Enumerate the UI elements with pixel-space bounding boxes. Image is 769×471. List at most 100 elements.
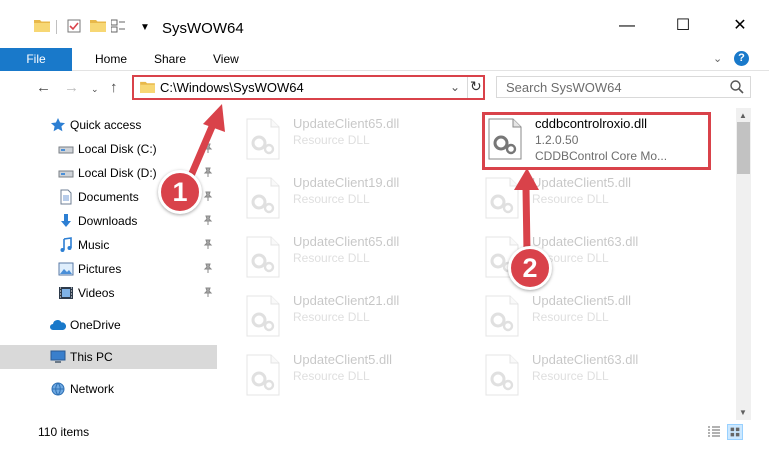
up-button[interactable]: ↑ <box>110 79 118 96</box>
toolbar-separator <box>56 20 57 34</box>
file-name: UpdateClient5.dll <box>532 293 632 308</box>
search-icon[interactable] <box>729 79 745 95</box>
file-description: Resource DLL <box>532 192 609 206</box>
file-description: Resource DLL <box>532 310 609 324</box>
folder-icon <box>140 81 155 93</box>
pin-icon[interactable] <box>203 143 213 153</box>
dll-file-icon <box>246 118 280 160</box>
tab-home[interactable]: Home <box>95 48 127 71</box>
file-description: Resource DLL <box>293 133 370 147</box>
sidebar-item-local-disk-c[interactable]: Local Disk (C:) <box>0 137 217 161</box>
sidebar-item-label: Videos <box>78 286 115 300</box>
refresh-button[interactable]: ↻ <box>470 78 482 95</box>
folder-icon[interactable] <box>34 19 50 32</box>
pin-icon[interactable] <box>203 263 213 273</box>
dll-file-icon <box>246 177 280 219</box>
sidebar-item-videos[interactable]: Videos <box>0 281 217 305</box>
navigation-bar: ← → ⌄ ↑ C:\Windows\SysWOW64 ⌄ ↻ <box>0 71 769 105</box>
dll-file-icon <box>246 236 280 278</box>
minimize-button[interactable]: — <box>615 14 639 38</box>
music-icon <box>60 237 72 252</box>
file-item[interactable]: UpdateClient5.dll Resource DLL <box>478 171 708 227</box>
sidebar-item-label: This PC <box>70 350 113 364</box>
dll-file-icon <box>485 295 519 337</box>
onedrive-icon <box>50 320 66 330</box>
address-divider <box>467 77 468 98</box>
pin-icon[interactable] <box>203 215 213 225</box>
back-button[interactable]: ← <box>36 79 51 96</box>
scroll-thumb[interactable] <box>737 122 750 174</box>
tab-share[interactable]: Share <box>154 48 186 71</box>
file-item[interactable]: UpdateClient65.dll Resource DLL <box>239 112 469 168</box>
pin-icon[interactable] <box>203 239 213 249</box>
details-view-icon[interactable] <box>707 425 721 439</box>
file-item[interactable]: UpdateClient65.dll Resource DLL <box>239 230 469 286</box>
sidebar-item-network[interactable]: Network <box>0 377 217 401</box>
drive-icon <box>58 170 74 178</box>
sidebar-item-this-pc[interactable]: This PC <box>0 345 217 369</box>
new-folder-icon[interactable] <box>90 19 106 32</box>
sidebar-item-label: OneDrive <box>70 318 121 332</box>
pin-icon[interactable] <box>203 167 213 177</box>
file-name: UpdateClient65.dll <box>293 116 400 131</box>
sidebar-item-label: Quick access <box>70 118 142 132</box>
pin-icon[interactable] <box>203 287 213 297</box>
tab-view[interactable]: View <box>213 48 239 71</box>
network-icon <box>51 382 65 396</box>
help-icon[interactable]: ? <box>734 51 749 66</box>
vertical-scrollbar[interactable]: ▲ ▼ <box>736 108 751 420</box>
file-item[interactable]: UpdateClient63.dll Resource DLL <box>478 348 708 404</box>
sidebar-item-label: Downloads <box>78 214 138 228</box>
file-description: Resource DLL <box>293 192 370 206</box>
sidebar-item-onedrive[interactable]: OneDrive <box>0 313 217 337</box>
address-bar[interactable]: C:\Windows\SysWOW64 ⌄ ↻ <box>132 75 485 100</box>
search-box[interactable] <box>496 76 751 98</box>
step-marker-2: 2 <box>508 246 552 290</box>
address-text[interactable]: C:\Windows\SysWOW64 <box>160 80 304 95</box>
scroll-down-button[interactable]: ▼ <box>739 408 747 417</box>
sidebar-item-quick-access[interactable]: Quick access <box>0 113 217 137</box>
sidebar-item-label: Documents <box>78 190 139 204</box>
tab-file[interactable]: File <box>0 48 72 71</box>
sidebar-item-label: Local Disk (D:) <box>78 166 157 180</box>
maximize-button[interactable]: ☐ <box>671 14 695 38</box>
file-name: UpdateClient21.dll <box>293 293 400 308</box>
file-description: Resource DLL <box>293 310 370 324</box>
dll-file-icon <box>246 354 280 396</box>
expand-ribbon-icon[interactable]: ⌄ <box>713 52 722 65</box>
file-item[interactable]: UpdateClient19.dll Resource DLL <box>239 171 469 227</box>
dll-file-icon <box>485 177 519 219</box>
status-bar: 110 items <box>0 420 769 444</box>
close-button[interactable]: ✕ <box>728 14 752 38</box>
sidebar-item-label: Pictures <box>78 262 122 276</box>
chevron-down-icon[interactable]: ▼ <box>140 22 150 33</box>
file-name: UpdateClient63.dll <box>532 352 639 367</box>
file-highlight-annotation <box>482 112 711 170</box>
pin-icon[interactable] <box>203 191 213 201</box>
forward-button[interactable]: → <box>64 79 79 96</box>
dll-file-icon <box>485 354 519 396</box>
dll-file-icon <box>246 295 280 337</box>
file-name: UpdateClient19.dll <box>293 175 400 190</box>
file-name: UpdateClient5.dll <box>293 352 393 367</box>
search-input[interactable] <box>497 77 722 97</box>
sidebar-item-label: Network <box>70 382 115 396</box>
file-item[interactable]: UpdateClient5.dll Resource DLL <box>239 348 469 404</box>
customize-toolbar-icon[interactable] <box>111 19 125 33</box>
sidebar-item-pictures[interactable]: Pictures <box>0 257 217 281</box>
documents-icon <box>60 189 72 205</box>
drive-icon <box>58 146 74 154</box>
step-marker-1: 1 <box>158 170 202 214</box>
properties-icon[interactable] <box>67 19 81 33</box>
sidebar-item-music[interactable]: Music <box>0 233 217 257</box>
file-item[interactable]: UpdateClient21.dll Resource DLL <box>239 289 469 345</box>
navigation-pane: Quick access Local Disk (C:) Local Disk … <box>0 108 217 414</box>
recent-locations-button[interactable]: ⌄ <box>91 84 99 95</box>
window-title: SysWOW64 <box>162 20 244 37</box>
file-item[interactable]: UpdateClient5.dll Resource DLL <box>478 289 708 345</box>
sidebar-item-label: Local Disk (C:) <box>78 142 157 156</box>
address-dropdown-button[interactable]: ⌄ <box>450 80 460 94</box>
scroll-up-button[interactable]: ▲ <box>739 111 747 120</box>
tiles-view-icon[interactable] <box>727 424 743 440</box>
file-name: UpdateClient63.dll <box>532 234 639 249</box>
